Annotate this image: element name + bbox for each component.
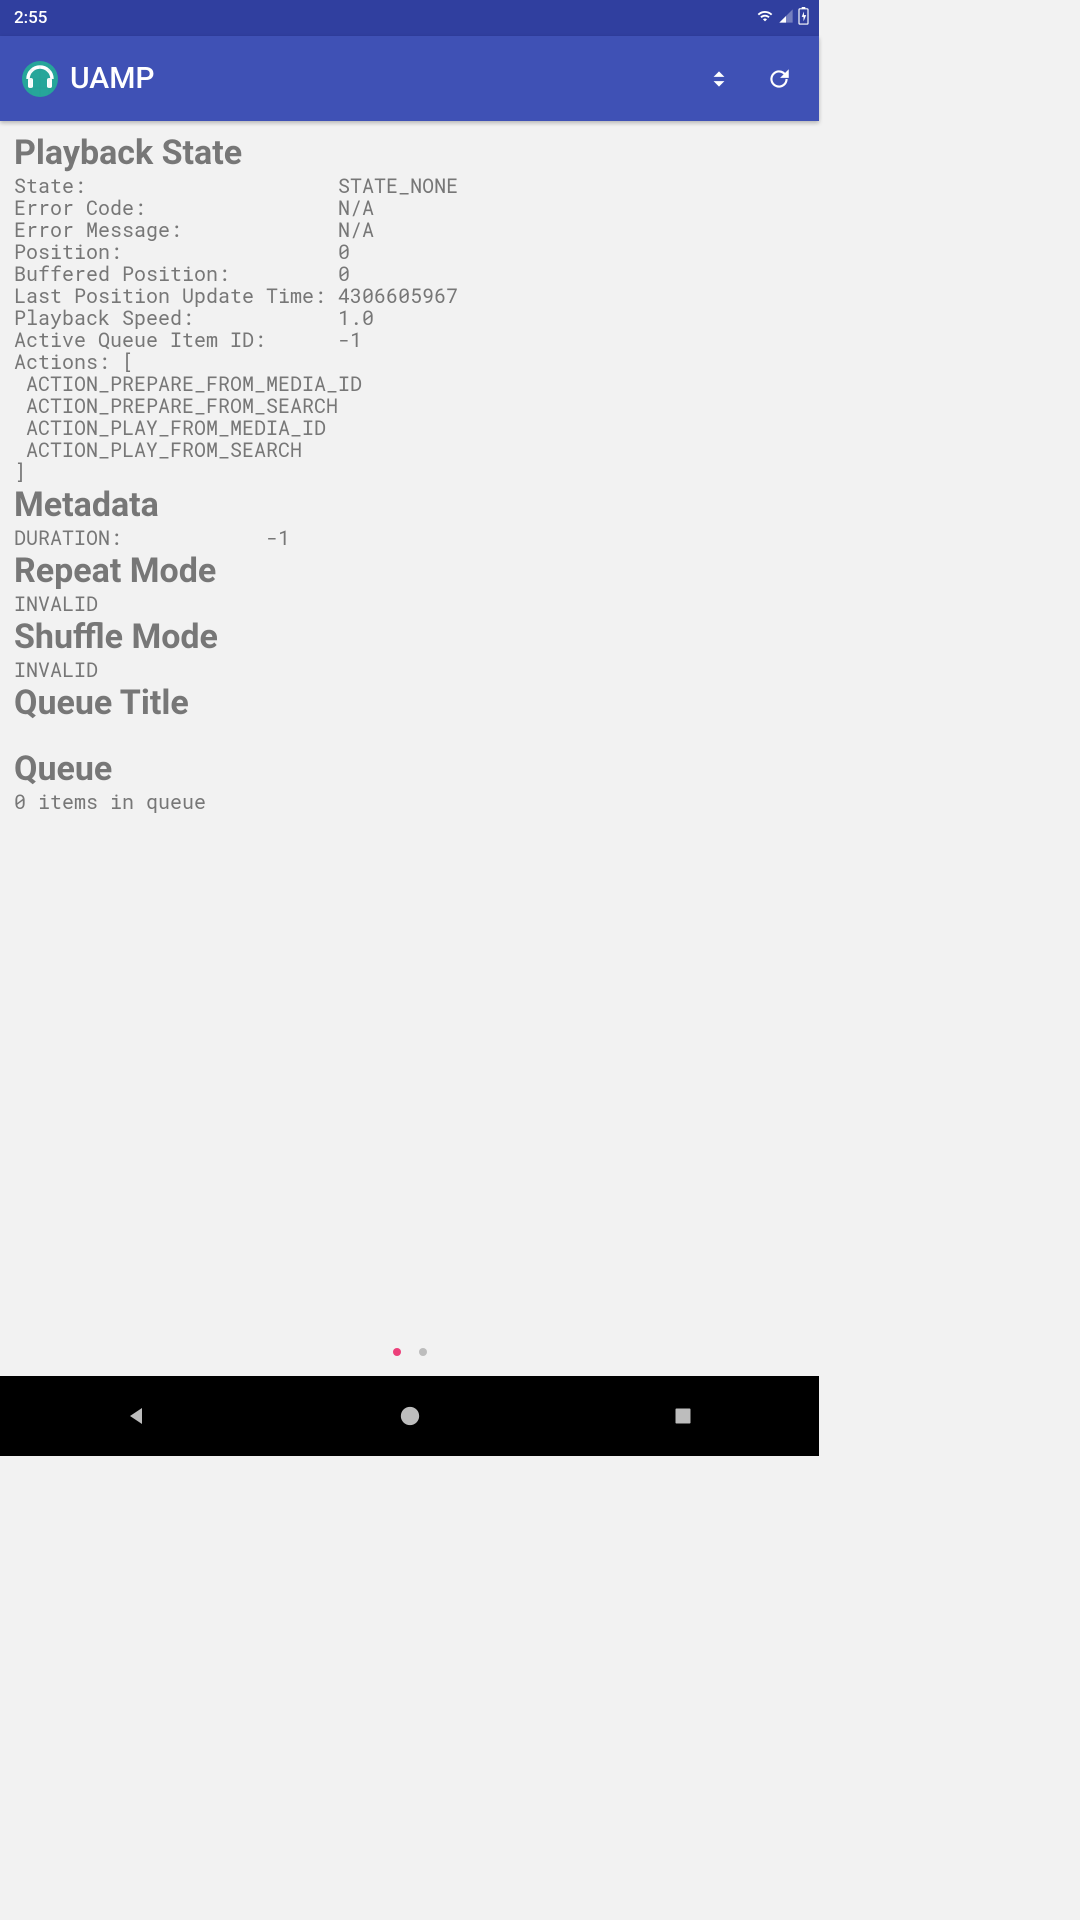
section-heading-shuffle-mode: Shuffle Mode: [14, 617, 805, 657]
status-bar: 2:55: [0, 0, 819, 36]
repeat-mode-body: INVALID: [14, 593, 805, 615]
signal-icon: [778, 8, 794, 28]
section-heading-repeat-mode: Repeat Mode: [14, 551, 805, 591]
section-heading-playback-state: Playback State: [14, 133, 805, 173]
battery-charging-icon: [798, 7, 809, 29]
metadata-body: DURATION: -1: [14, 527, 805, 549]
navigation-bar: [0, 1376, 819, 1456]
playback-state-body: State: STATE_NONE Error Code: N/A Error …: [14, 175, 805, 483]
wifi-icon: [756, 8, 774, 28]
app-bar: UAMP: [0, 36, 819, 121]
page-dot-0[interactable]: [393, 1348, 401, 1356]
status-icons: [756, 7, 809, 29]
content-area[interactable]: Playback State State: STATE_NONE Error C…: [0, 121, 819, 1336]
shuffle-mode-body: INVALID: [14, 659, 805, 681]
recents-button[interactable]: [643, 1406, 723, 1426]
queue-title-body: [14, 725, 805, 747]
section-heading-metadata: Metadata: [14, 485, 805, 525]
app-logo-icon: [22, 61, 58, 97]
status-time: 2:55: [14, 8, 47, 28]
app-title: UAMP: [70, 61, 683, 96]
back-button[interactable]: [97, 1404, 177, 1428]
expand-collapse-button[interactable]: [695, 55, 743, 103]
page-indicator: [0, 1336, 819, 1376]
queue-body: 0 items in queue: [14, 791, 805, 813]
home-button[interactable]: [370, 1405, 450, 1427]
refresh-button[interactable]: [755, 55, 803, 103]
section-heading-queue: Queue: [14, 749, 805, 789]
page-dot-1[interactable]: [419, 1348, 427, 1356]
section-heading-queue-title: Queue Title: [14, 683, 805, 723]
